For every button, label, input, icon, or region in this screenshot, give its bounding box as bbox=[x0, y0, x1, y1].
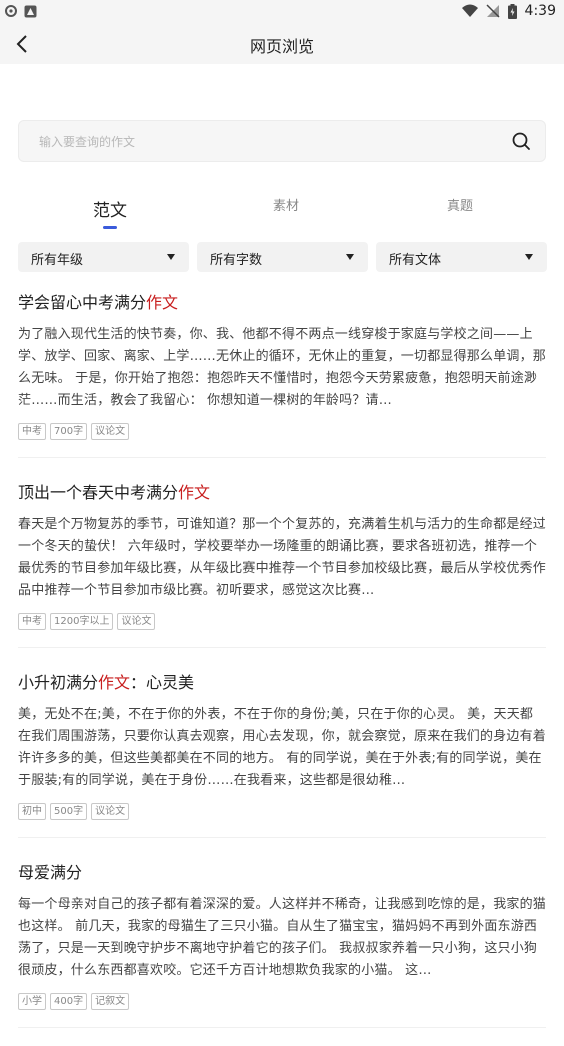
article-excerpt: 为了融入现代生活的快节奏，你、我、他都不得不两点一线穿梭于家庭与学校之间——上学… bbox=[18, 327, 546, 408]
filter-label: 所有年级 bbox=[31, 253, 84, 268]
page-title: 网页浏览 bbox=[249, 37, 314, 56]
no-signal-icon bbox=[486, 4, 500, 18]
dropdown-arrow-icon bbox=[525, 254, 533, 260]
tag-level: 初中 bbox=[18, 803, 46, 820]
status-time: 4:39 bbox=[524, 3, 556, 19]
search-input[interactable] bbox=[37, 121, 481, 163]
tab-label: 素材 bbox=[272, 199, 299, 214]
tag-genre: 议论文 bbox=[117, 613, 156, 630]
article-title: 母爱满分 bbox=[18, 856, 546, 890]
tab-model-essays[interactable]: 范文 bbox=[50, 190, 170, 229]
dropdown-arrow-icon bbox=[167, 254, 175, 260]
battery-icon bbox=[507, 3, 517, 19]
status-right-icons: 4:39 bbox=[461, 3, 556, 19]
article-item[interactable]: 学会留心中考满分作文 为了融入现代生活的快节奏，你、我、他都不得不两点一线穿梭于… bbox=[18, 286, 546, 458]
article-tags: 初中 500字 议论文 bbox=[18, 803, 546, 821]
dropdown-arrow-icon bbox=[346, 254, 354, 260]
article-tags: 中考 1200字以上 议论文 bbox=[18, 613, 546, 631]
app-notification-icon bbox=[24, 5, 37, 17]
filter-label: 所有字数 bbox=[210, 253, 263, 268]
tab-bar: 范文 素材 真题 bbox=[0, 190, 564, 230]
article-tags: 小学 400字 记叙文 bbox=[18, 993, 546, 1011]
title-text: 顶出一个春天中考满分 bbox=[18, 483, 179, 502]
status-left-icons bbox=[4, 4, 37, 18]
tag-word-count: 700字 bbox=[50, 423, 88, 440]
title-text: 母爱满分 bbox=[18, 863, 83, 882]
article-excerpt: 每一个母亲对自己的孩子都有着深深的爱。人这样并不稀奇，让我感到吃惊的是，我家的猫… bbox=[18, 897, 546, 978]
article-excerpt: 美，无处不在;美，不在于你的外表，不在于你的身份;美，只在于你的心灵。 美，天天… bbox=[18, 707, 546, 788]
title-keyword-highlight: 作文 bbox=[178, 483, 211, 502]
word-count-filter-dropdown[interactable]: 所有字数 bbox=[197, 242, 368, 272]
tag-word-count: 1200字以上 bbox=[50, 613, 114, 630]
filter-label: 所有文体 bbox=[389, 253, 442, 268]
title-text: 小升初满分 bbox=[18, 673, 99, 692]
search-bar bbox=[18, 120, 546, 163]
tag-genre: 议论文 bbox=[91, 803, 130, 820]
tag-genre: 议论文 bbox=[91, 423, 130, 440]
wifi-icon bbox=[461, 4, 478, 17]
tab-label: 范文 bbox=[93, 201, 127, 221]
title-keyword-highlight: 作文 bbox=[146, 293, 179, 312]
settings-icon bbox=[5, 5, 17, 17]
tab-active-indicator bbox=[103, 226, 117, 229]
tag-level: 中考 bbox=[18, 423, 46, 440]
tab-materials[interactable]: 素材 bbox=[226, 190, 346, 214]
article-title: 学会留心中考满分作文 bbox=[18, 286, 546, 320]
genre-filter-dropdown[interactable]: 所有文体 bbox=[376, 242, 547, 272]
grade-filter-dropdown[interactable]: 所有年级 bbox=[18, 242, 189, 272]
article-item[interactable]: 母爱满分 每一个母亲对自己的孩子都有着深深的爱。人这样并不稀奇，让我感到吃惊的是… bbox=[18, 856, 546, 1028]
article-item[interactable]: 小升初满分作文：心灵美 美，无处不在;美，不在于你的外表，不在于你的身份;美，只… bbox=[18, 666, 546, 838]
tab-label: 真题 bbox=[446, 199, 473, 214]
title-text: 学会留心中考满分 bbox=[18, 293, 147, 312]
title-keyword-highlight: 作文 bbox=[98, 673, 131, 692]
article-item[interactable]: 顶出一个春天中考满分作文 春天是个万物复苏的季节，可谁知道？那一个个复苏的，充满… bbox=[18, 476, 546, 648]
filter-bar: 所有年级 所有字数 所有文体 bbox=[18, 242, 547, 272]
title-text-tail: ：心灵美 bbox=[130, 673, 195, 692]
status-bar: 4:39 bbox=[0, 0, 564, 24]
tag-level: 中考 bbox=[18, 613, 46, 630]
article-title: 顶出一个春天中考满分作文 bbox=[18, 476, 546, 510]
article-tags: 中考 700字 议论文 bbox=[18, 423, 546, 441]
tag-word-count: 500字 bbox=[50, 803, 88, 820]
title-bar: 网页浏览 bbox=[0, 24, 564, 64]
article-title: 小升初满分作文：心灵美 bbox=[18, 666, 546, 700]
tab-exam-questions[interactable]: 真题 bbox=[400, 190, 520, 214]
article-excerpt: 春天是个万物复苏的季节，可谁知道？那一个个复苏的，充满着生机与活力的生命都是经过… bbox=[18, 517, 546, 598]
article-list: 学会留心中考满分作文 为了融入现代生活的快节奏，你、我、他都不得不两点一线穿梭于… bbox=[0, 286, 564, 1046]
search-icon[interactable] bbox=[511, 131, 531, 151]
